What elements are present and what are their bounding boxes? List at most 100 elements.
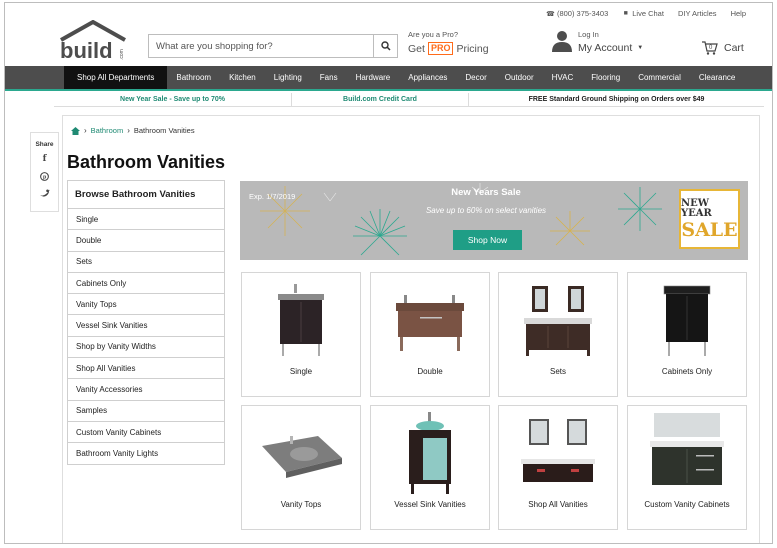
category-card-vanity-tops[interactable]: Vanity Tops	[241, 405, 361, 530]
search-icon	[380, 41, 391, 51]
breadcrumb-separator: ›	[127, 126, 130, 135]
account-menu[interactable]: Log In My Account ▼	[552, 30, 643, 54]
sidebar-item-vanity-lights[interactable]: Bathroom Vanity Lights	[68, 443, 224, 465]
shop-now-button[interactable]: Shop Now	[453, 230, 522, 250]
category-card-single[interactable]: Single	[241, 272, 361, 397]
category-label-single: Single	[289, 367, 313, 376]
category-card-shop-all-vanities[interactable]: Shop All Vanities	[498, 405, 618, 530]
search-button[interactable]	[373, 35, 397, 57]
banner-subtitle: Save up to 60% on select vanities	[425, 206, 547, 215]
new-year-sale-sign: NEW YEAR SALE	[679, 189, 740, 249]
category-label-custom-vanity-cabinets: Custom Vanity Cabinets	[644, 500, 730, 509]
diy-articles-link[interactable]: DIY Articles	[678, 9, 717, 18]
sidebar-item-custom-vanity-cabinets[interactable]: Custom Vanity Cabinets	[68, 422, 224, 444]
sidebar-item-vessel-sink-vanities[interactable]: Vessel Sink Vanities	[68, 315, 224, 337]
nav-lighting[interactable]: Lighting	[265, 66, 311, 89]
category-label-shop-all-vanities: Shop All Vanities	[528, 500, 588, 509]
custom-cabinet-image	[628, 410, 746, 496]
sign-line-2: SALE	[681, 218, 738, 241]
sidebar-item-samples[interactable]: Samples	[68, 401, 224, 422]
promo-strip: New Year Sale - Save up to 70% Build.com…	[54, 93, 764, 107]
nav-shop-all-departments[interactable]: Shop All Departments	[64, 66, 168, 89]
sidebar-item-vanity-tops[interactable]: Vanity Tops	[68, 294, 224, 316]
sidebar-item-double[interactable]: Double	[68, 230, 224, 252]
sidebar-item-sets[interactable]: Sets	[68, 252, 224, 273]
my-account-label: My Account	[578, 42, 633, 54]
nav-hvac[interactable]: HVAC	[543, 66, 583, 89]
phone-link[interactable]: ☎ (800) 375-3403	[546, 9, 609, 18]
login-label: Log In	[578, 30, 599, 39]
chat-icon: ■	[623, 10, 628, 17]
double-vanity-image	[371, 277, 489, 363]
category-card-cabinets-only[interactable]: Cabinets Only	[627, 272, 747, 397]
vanity-top-image	[242, 410, 360, 496]
cart-count: 0	[709, 45, 713, 51]
user-icon	[552, 31, 572, 52]
phone-number: (800) 375-3403	[556, 9, 609, 18]
browse-sidebar: Browse Bathroom Vanities Single Double S…	[67, 180, 225, 465]
pro-get-label: Get	[408, 42, 425, 55]
cart-link[interactable]: 0 Cart	[702, 41, 744, 55]
banner-title: New Years Sale	[451, 187, 521, 198]
live-chat-link[interactable]: ■ Live Chat	[622, 9, 664, 18]
cart-label: Cart	[724, 42, 744, 54]
share-rail: Share f p	[30, 132, 59, 212]
home-icon[interactable]	[71, 126, 80, 135]
sidebar-heading: Browse Bathroom Vanities	[68, 181, 224, 209]
category-card-double[interactable]: Double	[370, 272, 490, 397]
category-card-custom-vanity-cabinets[interactable]: Custom Vanity Cabinets	[627, 405, 747, 530]
twitter-icon[interactable]	[39, 187, 50, 199]
sidebar-item-single[interactable]: Single	[68, 209, 224, 231]
facebook-icon[interactable]: f	[43, 153, 47, 165]
search-input[interactable]	[149, 35, 373, 57]
category-label-cabinets-only: Cabinets Only	[661, 367, 713, 376]
breadcrumb-separator: ›	[84, 126, 87, 135]
single-vanity-image	[242, 277, 360, 363]
sidebar-item-vanity-accessories[interactable]: Vanity Accessories	[68, 379, 224, 401]
sign-line-1: NEW YEAR	[681, 197, 712, 219]
pro-question: Are you a Pro?	[408, 30, 459, 39]
nav-fans[interactable]: Fans	[311, 66, 347, 89]
vessel-sink-vanity-image	[371, 410, 489, 496]
nav-bathroom[interactable]: Bathroom	[167, 66, 220, 89]
nav-flooring[interactable]: Flooring	[582, 66, 629, 89]
help-link[interactable]: Help	[731, 9, 746, 18]
breadcrumb-current: Bathroom Vanities	[133, 126, 195, 135]
pro-pricing-label: Pricing	[456, 42, 489, 55]
page-title: Bathroom Vanities	[67, 152, 226, 172]
breadcrumb-bathroom-link[interactable]: Bathroom	[91, 126, 124, 135]
build-logo[interactable]: build .com	[57, 19, 129, 64]
vanity-set-image	[499, 277, 617, 363]
pinterest-icon[interactable]: p	[40, 170, 49, 182]
pro-pricing-link[interactable]: Are you a Pro? Get PRO Pricing	[408, 30, 489, 55]
all-vanities-image	[499, 410, 617, 496]
main-nav: Shop All Departments Bathroom Kitchen Li…	[5, 66, 772, 91]
sidebar-item-cabinets-only[interactable]: Cabinets Only	[68, 273, 224, 295]
nav-outdoor[interactable]: Outdoor	[496, 66, 543, 89]
pro-badge: PRO	[427, 42, 454, 55]
promo-credit-card[interactable]: Build.com Credit Card	[292, 93, 469, 106]
nav-hardware[interactable]: Hardware	[347, 66, 400, 89]
category-label-vessel-sink-vanities: Vessel Sink Vanities	[394, 500, 466, 509]
category-label-vanity-tops: Vanity Tops	[280, 500, 322, 509]
breadcrumb: › Bathroom › Bathroom Vanities	[71, 126, 195, 135]
logo-text: build	[60, 38, 113, 63]
new-years-sale-banner[interactable]: Exp. 1/7/2019 New Years Sale Save up to …	[240, 181, 748, 260]
nav-appliances[interactable]: Appliances	[399, 66, 456, 89]
promo-new-year-sale[interactable]: New Year Sale - Save up to 70%	[54, 93, 292, 106]
nav-kitchen[interactable]: Kitchen	[220, 66, 265, 89]
cart-icon: 0	[702, 41, 718, 55]
category-card-sets[interactable]: Sets	[498, 272, 618, 397]
nav-decor[interactable]: Decor	[456, 66, 495, 89]
category-label-double: Double	[417, 367, 443, 376]
nav-clearance[interactable]: Clearance	[690, 66, 744, 89]
promo-free-shipping[interactable]: FREE Standard Ground Shipping on Orders …	[469, 93, 764, 106]
sidebar-item-vanity-widths[interactable]: Shop by Vanity Widths	[68, 337, 224, 359]
category-card-vessel-sink-vanities[interactable]: Vessel Sink Vanities	[370, 405, 490, 530]
sidebar-item-shop-all-vanities[interactable]: Shop All Vanities	[68, 358, 224, 380]
search-bar	[148, 34, 398, 58]
cabinet-image	[628, 277, 746, 363]
nav-commercial[interactable]: Commercial	[629, 66, 690, 89]
logo-sub: .com	[119, 49, 125, 60]
share-label: Share	[35, 141, 54, 148]
